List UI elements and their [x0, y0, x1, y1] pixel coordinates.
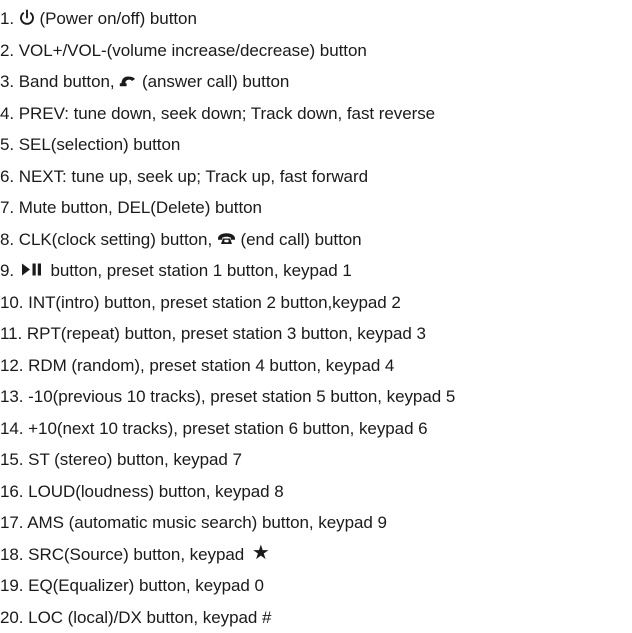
item-text: Mute button, DEL(Delete) button [18, 198, 262, 217]
item-text: LOC (local)/DX button, keypad # [28, 607, 272, 627]
end-call-icon [217, 232, 236, 245]
list-item-7: 7. Mute button, DEL(Delete) button [0, 192, 632, 224]
item-text: CLK(clock setting) button, [18, 229, 213, 249]
item-text-suffix: (end call) button [240, 229, 362, 249]
item-number: 9. [0, 261, 15, 280]
list-item-8: 8. CLK(clock setting) button, (end call)… [0, 224, 632, 256]
item-number: 15. [0, 450, 24, 469]
play-pause-icon [21, 263, 42, 276]
item-text: RPT(repeat) button, preset station 3 but… [26, 324, 426, 343]
list-item-13: 13. -10(previous 10 tracks), preset stat… [0, 381, 632, 413]
item-number: 19. [0, 576, 24, 595]
list-item-17: 17. AMS (automatic music search) button,… [0, 507, 632, 539]
item-text: SRC(Source) button, keypad [28, 544, 245, 564]
item-text: ST (stereo) button, keypad 7 [28, 450, 242, 469]
item-text: AMS (automatic music search) button, key… [27, 513, 387, 532]
item-text: SEL(selection) button [18, 135, 181, 154]
item-text: PREV: tune down, seek down; Track down, … [18, 103, 436, 123]
item-text: EQ(Equalizer) button, keypad 0 [28, 576, 264, 595]
item-text-suffix: (answer call) button [141, 72, 290, 91]
list-item-5: 5. SEL(selection) button [0, 129, 632, 161]
item-number: 4. [0, 103, 15, 123]
list-item-2: 2. VOL+/VOL-(volume increase/decrease) b… [0, 35, 632, 67]
item-number: 1. [0, 9, 15, 28]
button-description-list: 1. (Power on/off) button 2. VOL+/VOL-(vo… [0, 3, 632, 633]
item-number: 8. [0, 229, 15, 249]
item-number: 14. [0, 418, 24, 438]
item-text: button, preset station 1 button, keypad … [50, 261, 352, 280]
list-item-15: 15. ST (stereo) button, keypad 7 [0, 444, 632, 476]
item-number: 3. [0, 72, 15, 91]
item-number: 5. [0, 135, 15, 154]
item-number: 6. [0, 166, 15, 186]
item-number: 7. [0, 198, 15, 217]
item-number: 2. [0, 40, 15, 60]
item-number: 17. [0, 513, 24, 532]
list-item-12: 12. RDM (random), preset station 4 butto… [0, 350, 632, 382]
item-number: 12. [0, 355, 24, 375]
item-text: RDM (random), preset station 4 button, k… [28, 355, 395, 375]
list-item-19: 19. EQ(Equalizer) button, keypad 0 [0, 570, 632, 602]
power-icon [19, 9, 35, 26]
item-number: 20. [0, 607, 24, 627]
item-text: NEXT: tune up, seek up; Track up, fast f… [18, 166, 368, 186]
list-item-10: 10. INT(intro) button, preset station 2 … [0, 287, 632, 319]
list-item-6: 6. NEXT: tune up, seek up; Track up, fas… [0, 161, 632, 193]
list-item-3: 3. Band button, (answer call) button [0, 66, 632, 98]
item-number: 18. [0, 544, 24, 564]
item-text: LOUD(loudness) button, keypad 8 [28, 481, 284, 501]
item-text: INT(intro) button, preset station 2 butt… [28, 292, 401, 312]
item-text: +10(next 10 tracks), preset station 6 bu… [28, 418, 428, 438]
list-item-9: 9. button, preset station 1 button, keyp… [0, 255, 632, 287]
item-number: 10. [0, 292, 24, 312]
list-item-18: 18. SRC(Source) button, keypad ★ [0, 539, 632, 571]
item-text: VOL+/VOL-(volume increase/decrease) butt… [18, 40, 367, 60]
list-item-16: 16. LOUD(loudness) button, keypad 8 [0, 476, 632, 508]
item-text: Band button, [18, 72, 115, 91]
answer-call-icon [119, 74, 137, 87]
item-number: 16. [0, 481, 24, 501]
item-number: 11. [0, 324, 23, 343]
star-icon: ★ [251, 541, 270, 564]
item-text: -10(previous 10 tracks), preset station … [28, 387, 456, 406]
item-number: 13. [0, 387, 24, 406]
item-text: (Power on/off) button [39, 9, 197, 28]
list-item-1: 1. (Power on/off) button [0, 3, 632, 35]
list-item-14: 14. +10(next 10 tracks), preset station … [0, 413, 632, 445]
list-item-20: 20. LOC (local)/DX button, keypad # [0, 602, 632, 633]
list-item-11: 11. RPT(repeat) button, preset station 3… [0, 318, 632, 350]
list-item-4: 4. PREV: tune down, seek down; Track dow… [0, 98, 632, 130]
